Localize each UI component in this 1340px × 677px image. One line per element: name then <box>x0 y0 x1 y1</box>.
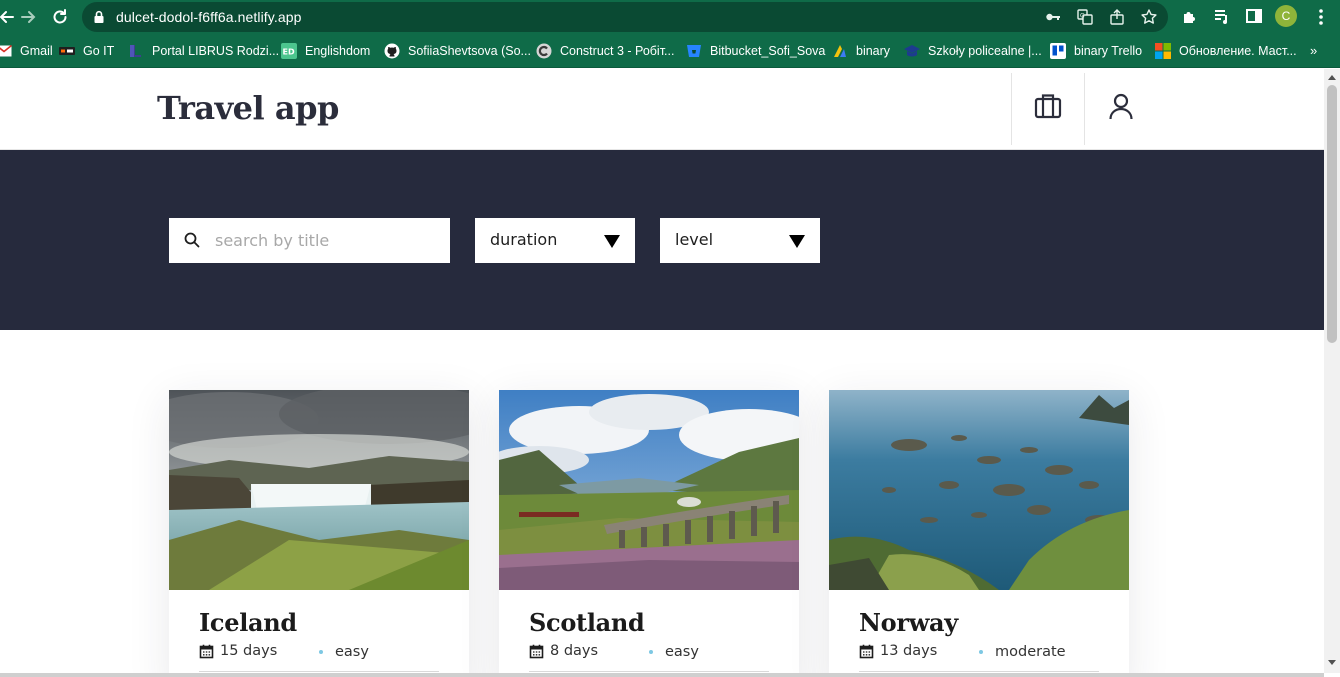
trip-title[interactable]: Iceland <box>199 608 297 637</box>
user-icon <box>1106 91 1136 126</box>
search-icon <box>184 232 200 248</box>
bookmark-goit[interactable]: Go IT <box>59 42 114 60</box>
card-divider <box>859 671 1099 672</box>
trip-level-text: moderate <box>995 644 1066 660</box>
briefcase-icon <box>1033 91 1063 126</box>
lock-icon <box>92 10 106 24</box>
level-select-value: level <box>675 230 714 249</box>
more-bookmarks-button[interactable]: » <box>1310 43 1317 58</box>
calendar-icon <box>199 644 214 659</box>
graduation-cap-icon <box>904 43 920 59</box>
trip-image-waterfall <box>169 390 469 590</box>
forward-icon[interactable] <box>17 6 39 28</box>
scroll-up-icon[interactable] <box>1328 75 1336 80</box>
trip-duration: 13 days <box>859 643 937 659</box>
site-header: Travel app <box>0 69 1324 150</box>
bookmark-gmail[interactable]: Gmail <box>0 42 53 60</box>
level-dot-icon <box>979 650 983 654</box>
trip-duration-text: 8 days <box>550 643 599 659</box>
level-dot-icon <box>649 650 653 654</box>
header-divider <box>1084 73 1085 145</box>
trello-icon <box>1050 43 1066 59</box>
bookmark-microsoft[interactable]: Обновление. Маст... <box>1155 42 1297 60</box>
microsoft-icon <box>1155 43 1171 59</box>
site-logo[interactable]: Travel app <box>157 89 339 127</box>
profile-avatar[interactable]: C <box>1275 5 1297 27</box>
github-icon <box>384 43 400 59</box>
level-dot-icon <box>319 650 323 654</box>
dropdown-arrow-icon <box>789 235 805 248</box>
key-icon[interactable] <box>1044 8 1062 26</box>
header-divider <box>1011 73 1012 145</box>
share-icon[interactable] <box>1108 8 1126 26</box>
calendar-icon <box>859 644 874 659</box>
level-select[interactable]: level <box>660 218 820 263</box>
gmail-icon <box>0 43 12 59</box>
construct-icon <box>536 43 552 59</box>
trip-level-text: easy <box>335 644 369 660</box>
side-panel-icon[interactable] <box>1244 6 1264 26</box>
search-box <box>169 218 450 263</box>
horizontal-scrollbar[interactable] <box>0 673 1324 677</box>
bookmarks-bar: Gmail Go IT Portal LIBRUS Rodzi... ED En… <box>0 34 1340 68</box>
back-icon[interactable] <box>0 6 18 28</box>
trip-filters: duration level <box>0 150 1324 330</box>
search-input[interactable] <box>215 218 440 263</box>
bookmark-construct[interactable]: Construct 3 - Робіт... <box>536 42 674 60</box>
svg-text:ED: ED <box>283 48 295 57</box>
scroll-down-icon[interactable] <box>1328 660 1336 665</box>
star-icon[interactable] <box>1140 8 1158 26</box>
reload-icon[interactable] <box>49 6 71 28</box>
trip-level-text: easy <box>665 644 699 660</box>
svg-text:G: G <box>1080 13 1085 20</box>
trip-level: moderate <box>979 644 1066 660</box>
trip-duration-text: 15 days <box>220 643 278 659</box>
bookmark-github[interactable]: SofiiaShevtsova (So... <box>384 42 531 60</box>
trip-title[interactable]: Norway <box>859 608 958 637</box>
bookmark-szkoly[interactable]: Szkoły policealne |... <box>904 42 1042 60</box>
librus-icon <box>128 43 144 59</box>
reading-list-icon[interactable] <box>1212 6 1232 26</box>
translate-icon[interactable]: G <box>1076 8 1094 26</box>
binary-icon <box>832 43 848 59</box>
trip-card[interactable]: Scotland 8 days easy <box>499 390 799 673</box>
trip-card[interactable]: Iceland 15 days easy <box>169 390 469 673</box>
kebab-menu-icon[interactable] <box>1318 7 1324 27</box>
scrollbar-thumb[interactable] <box>1327 85 1337 343</box>
calendar-icon <box>529 644 544 659</box>
duration-select[interactable]: duration <box>475 218 635 263</box>
trip-card[interactable]: Norway 13 days moderate <box>829 390 1129 673</box>
page-viewport: Travel app duration level <box>0 69 1324 673</box>
duration-select-value: duration <box>490 230 558 249</box>
dropdown-arrow-icon <box>604 235 620 248</box>
extensions-icon[interactable] <box>1180 6 1200 26</box>
card-divider <box>199 671 439 672</box>
trip-duration: 15 days <box>199 643 277 659</box>
trip-duration: 8 days <box>529 643 598 659</box>
url-text[interactable]: dulcet-dodol-f6ff6a.netlify.app <box>116 9 301 25</box>
trip-image-viaduct <box>499 390 799 590</box>
bookmark-bitbucket[interactable]: Bitbucket_Sofi_Sova <box>686 42 825 60</box>
browser-toolbar: dulcet-dodol-f6ff6a.netlify.app G C <box>0 0 1340 34</box>
profile-button[interactable] <box>1104 91 1138 125</box>
goit-icon <box>59 43 75 59</box>
bitbucket-icon <box>686 43 702 59</box>
trip-title[interactable]: Scotland <box>529 608 645 637</box>
englishdom-icon: ED <box>281 43 297 59</box>
bookmark-trello[interactable]: binary Trello <box>1050 42 1142 60</box>
card-divider <box>529 671 769 672</box>
vertical-scrollbar[interactable] <box>1324 69 1340 673</box>
address-bar[interactable]: dulcet-dodol-f6ff6a.netlify.app G <box>82 2 1168 32</box>
bookmark-librus[interactable]: Portal LIBRUS Rodzi... <box>128 42 279 60</box>
trip-image-archipelago <box>829 390 1129 590</box>
trips-list: Iceland 15 days easy Scotland 8 days eas… <box>0 330 1324 673</box>
trip-level: easy <box>319 644 369 660</box>
bookmark-englishdom[interactable]: ED Englishdom <box>281 42 370 60</box>
trip-duration-text: 13 days <box>880 643 938 659</box>
bookmark-binary[interactable]: binary <box>832 42 890 60</box>
bookings-button[interactable] <box>1031 91 1065 125</box>
trip-level: easy <box>649 644 699 660</box>
